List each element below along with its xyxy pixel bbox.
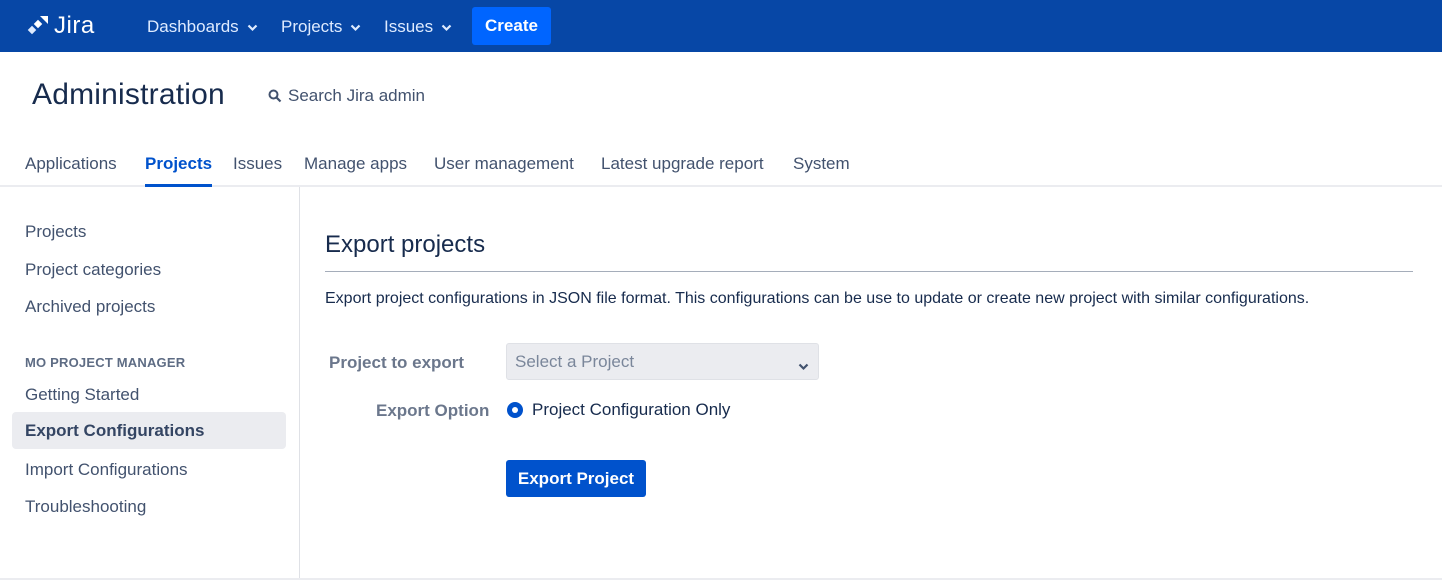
nav-dashboards[interactable]: Dashboards [147,14,258,40]
sidebar-section-heading: MO PROJECT MANAGER [25,355,186,370]
tab-issues[interactable]: Issues [233,154,282,187]
sidebar: Projects Project categories Archived pro… [0,187,300,580]
logo-text: Jira [54,12,95,39]
nav-projects[interactable]: Projects [281,14,361,40]
nav-issues-label: Issues [384,17,434,36]
tab-user-management[interactable]: User management [434,154,574,187]
section-heading: Export projects [325,231,486,258]
jira-logo[interactable]: Jira [26,12,95,40]
sidebar-item-project-categories[interactable]: Project categories [12,251,286,288]
sidebar-item-projects[interactable]: Projects [12,213,286,250]
tab-latest-upgrade-report[interactable]: Latest upgrade report [601,154,764,187]
chevron-down-icon [441,17,452,37]
page-title: Administration [32,78,225,111]
jira-logo-icon [27,16,48,35]
nav-dashboards-label: Dashboards [147,17,239,36]
nav-projects-label: Projects [281,17,343,36]
sidebar-item-troubleshooting[interactable]: Troubleshooting [12,488,286,525]
sidebar-item-getting-started[interactable]: Getting Started [12,376,286,413]
tab-system[interactable]: System [793,154,850,187]
create-button[interactable]: Create [472,7,551,45]
project-select-value: Select a Project [515,351,635,371]
heading-divider [325,271,1413,272]
export-option-label: Export Option [376,401,490,420]
export-option-value: Project Configuration Only [532,400,731,419]
nav-issues[interactable]: Issues [384,14,452,40]
project-to-export-label: Project to export [329,353,465,372]
chevron-down-icon [247,17,258,37]
sidebar-item-export-configurations[interactable]: Export Configurations [12,412,286,449]
tab-manage-apps[interactable]: Manage apps [304,154,407,187]
search-jira-admin[interactable]: Search Jira admin [268,86,425,106]
sidebar-item-import-configurations[interactable]: Import Configurations [12,451,286,488]
admin-tabs: Applications Projects Issues Manage apps… [0,146,1442,187]
chevron-down-icon [350,17,361,37]
radio-selected-icon[interactable] [507,402,523,418]
search-label: Search Jira admin [288,86,426,105]
project-select[interactable]: Select a Project [506,343,819,380]
search-icon [268,89,282,103]
tab-projects[interactable]: Projects [145,154,213,187]
export-project-button[interactable]: Export Project [506,460,646,497]
tab-applications[interactable]: Applications [25,154,117,187]
sidebar-item-archived-projects[interactable]: Archived projects [12,288,286,325]
description-text: Export project configurations in JSON fi… [325,290,1310,307]
chevron-down-icon [798,356,809,376]
export-option-radio[interactable]: Project Configuration Only [507,400,730,420]
top-navigation-bar: Jira Dashboards Projects Issues Create [0,0,1442,52]
